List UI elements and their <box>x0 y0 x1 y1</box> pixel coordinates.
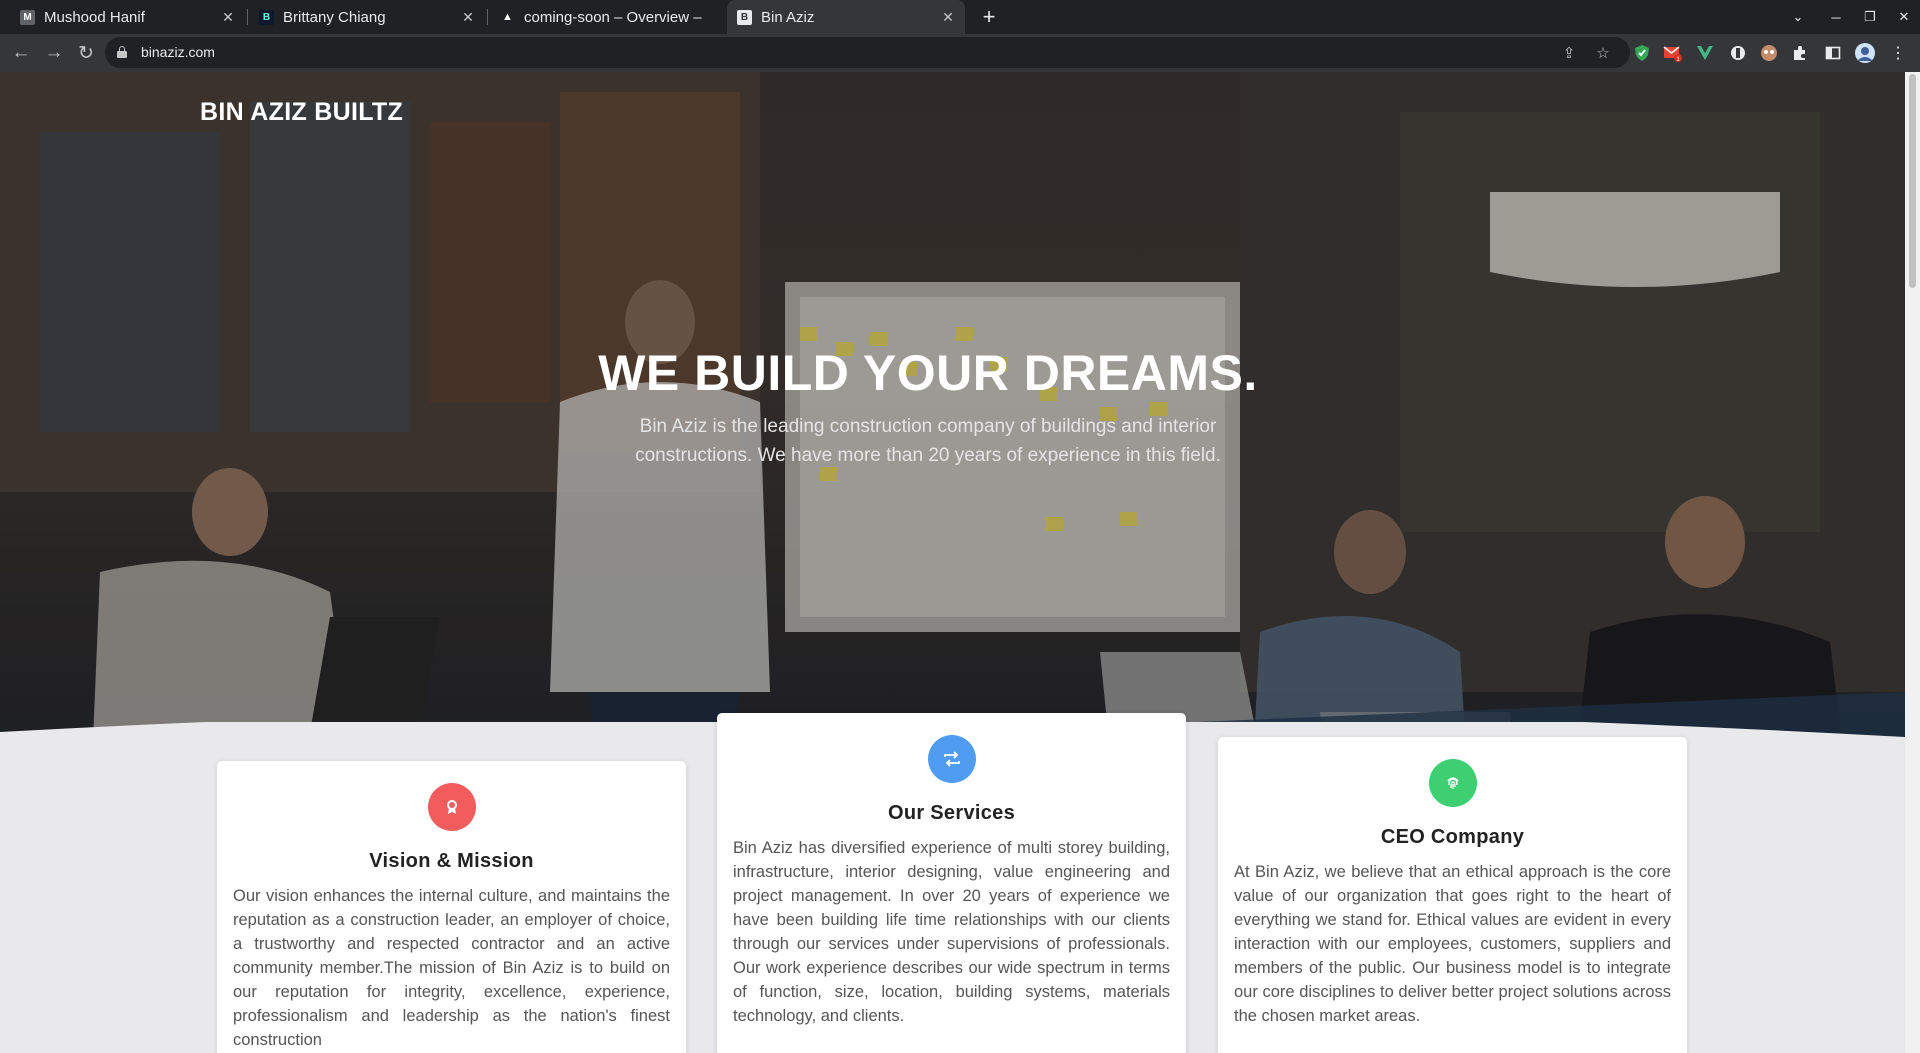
back-button[interactable]: ← <box>7 39 35 67</box>
site-brand-logo[interactable]: BIN AZIZ BUILTZ <box>200 98 403 127</box>
adblock-shield-icon[interactable] <box>1630 41 1654 65</box>
close-window-button[interactable]: ✕ <box>1888 0 1920 34</box>
share-icon[interactable]: ⇪ <box>1557 41 1581 65</box>
tab-search-icon[interactable]: ⌄ <box>1782 0 1814 34</box>
restore-button[interactable]: ❐ <box>1854 0 1886 34</box>
fingerprint-icon <box>1429 759 1477 807</box>
tab-brittany-chiang[interactable]: B Brittany Chiang ✕ <box>247 0 485 34</box>
forward-button[interactable]: → <box>40 39 68 67</box>
close-tab-icon[interactable]: ✕ <box>939 8 957 26</box>
card-title: Vision & Mission <box>369 850 534 872</box>
extensions-puzzle-icon[interactable] <box>1788 41 1812 65</box>
browser-toolbar: ← → ↻ binaziz.com ⇪ ☆ 1 ⋮ <box>0 34 1920 72</box>
card-title: Our Services <box>887 802 1015 824</box>
close-tab-icon[interactable]: ✕ <box>219 8 237 26</box>
address-bar[interactable]: binaziz.com ⇪ ☆ <box>105 37 1630 68</box>
tab-title: Mushood Hanif <box>44 8 145 26</box>
card-vision-mission: Vision & Mission Our vision enhances the… <box>217 761 686 1053</box>
hero-section: BIN AZIZ BUILTZ WE BUILD YOUR DREAMS. Bi… <box>0 72 1905 813</box>
hero-title: WE BUILD YOUR DREAMS. <box>598 345 1258 401</box>
card-title: CEO Company <box>1380 826 1525 848</box>
tab-title: Brittany Chiang <box>283 8 386 26</box>
card-text: At Bin Aziz, we believe that an ethical … <box>1234 863 1671 1025</box>
vue-devtools-icon[interactable] <box>1693 41 1717 65</box>
card-text: Our vision enhances the internal culture… <box>233 887 670 1049</box>
profile-avatar[interactable] <box>1853 41 1877 65</box>
award-icon <box>428 783 476 831</box>
side-panel-icon[interactable] <box>1821 41 1845 65</box>
lock-icon <box>117 46 127 58</box>
tab-title: Bin Aziz <box>761 8 815 26</box>
tab-favicon-icon: B <box>737 9 752 25</box>
page-viewport: BIN AZIZ BUILTZ WE BUILD YOUR DREAMS. Bi… <box>0 72 1905 1053</box>
page-scrollbar[interactable] <box>1905 72 1920 1053</box>
tab-strip: M Mushood Hanif ✕ B Brittany Chiang ✕ ▲ … <box>0 0 1920 34</box>
tab-favicon-icon: B <box>259 9 274 25</box>
browser-menu-icon[interactable]: ⋮ <box>1886 41 1910 65</box>
close-tab-icon[interactable]: ✕ <box>459 8 477 26</box>
tab-favicon-icon: M <box>20 9 35 25</box>
tab-favicon-icon: ▲ <box>502 11 513 23</box>
extension-circle-icon[interactable] <box>1726 41 1750 65</box>
hero-subtitle: Bin Aziz is the leading construction com… <box>635 416 1221 466</box>
bookmark-star-icon[interactable]: ☆ <box>1591 41 1615 65</box>
card-our-services: Our Services Bin Aziz has diversified ex… <box>717 713 1186 1053</box>
tab-mushood-hanif[interactable]: M Mushood Hanif ✕ <box>0 0 245 34</box>
scrollbar-thumb[interactable] <box>1909 74 1916 288</box>
url-text: binaziz.com <box>141 44 215 60</box>
avatar-extension-icon[interactable] <box>1757 41 1781 65</box>
tab-title: coming-soon – Overview – <box>524 8 702 26</box>
reload-button[interactable]: ↻ <box>72 39 100 67</box>
minimize-button[interactable]: ─ <box>1820 0 1852 34</box>
tab-bin-aziz[interactable]: B Bin Aziz ✕ <box>727 0 965 34</box>
card-ceo-company: CEO Company At Bin Aziz, we believe that… <box>1218 737 1687 1053</box>
card-text: Bin Aziz has diversified experience of m… <box>733 839 1170 1025</box>
repeat-icon <box>928 735 976 783</box>
new-tab-button[interactable]: + <box>975 3 1003 31</box>
mail-extension-icon[interactable]: 1 <box>1661 41 1685 65</box>
tab-coming-soon-overview[interactable]: ▲ coming-soon – Overview – <box>487 0 725 34</box>
